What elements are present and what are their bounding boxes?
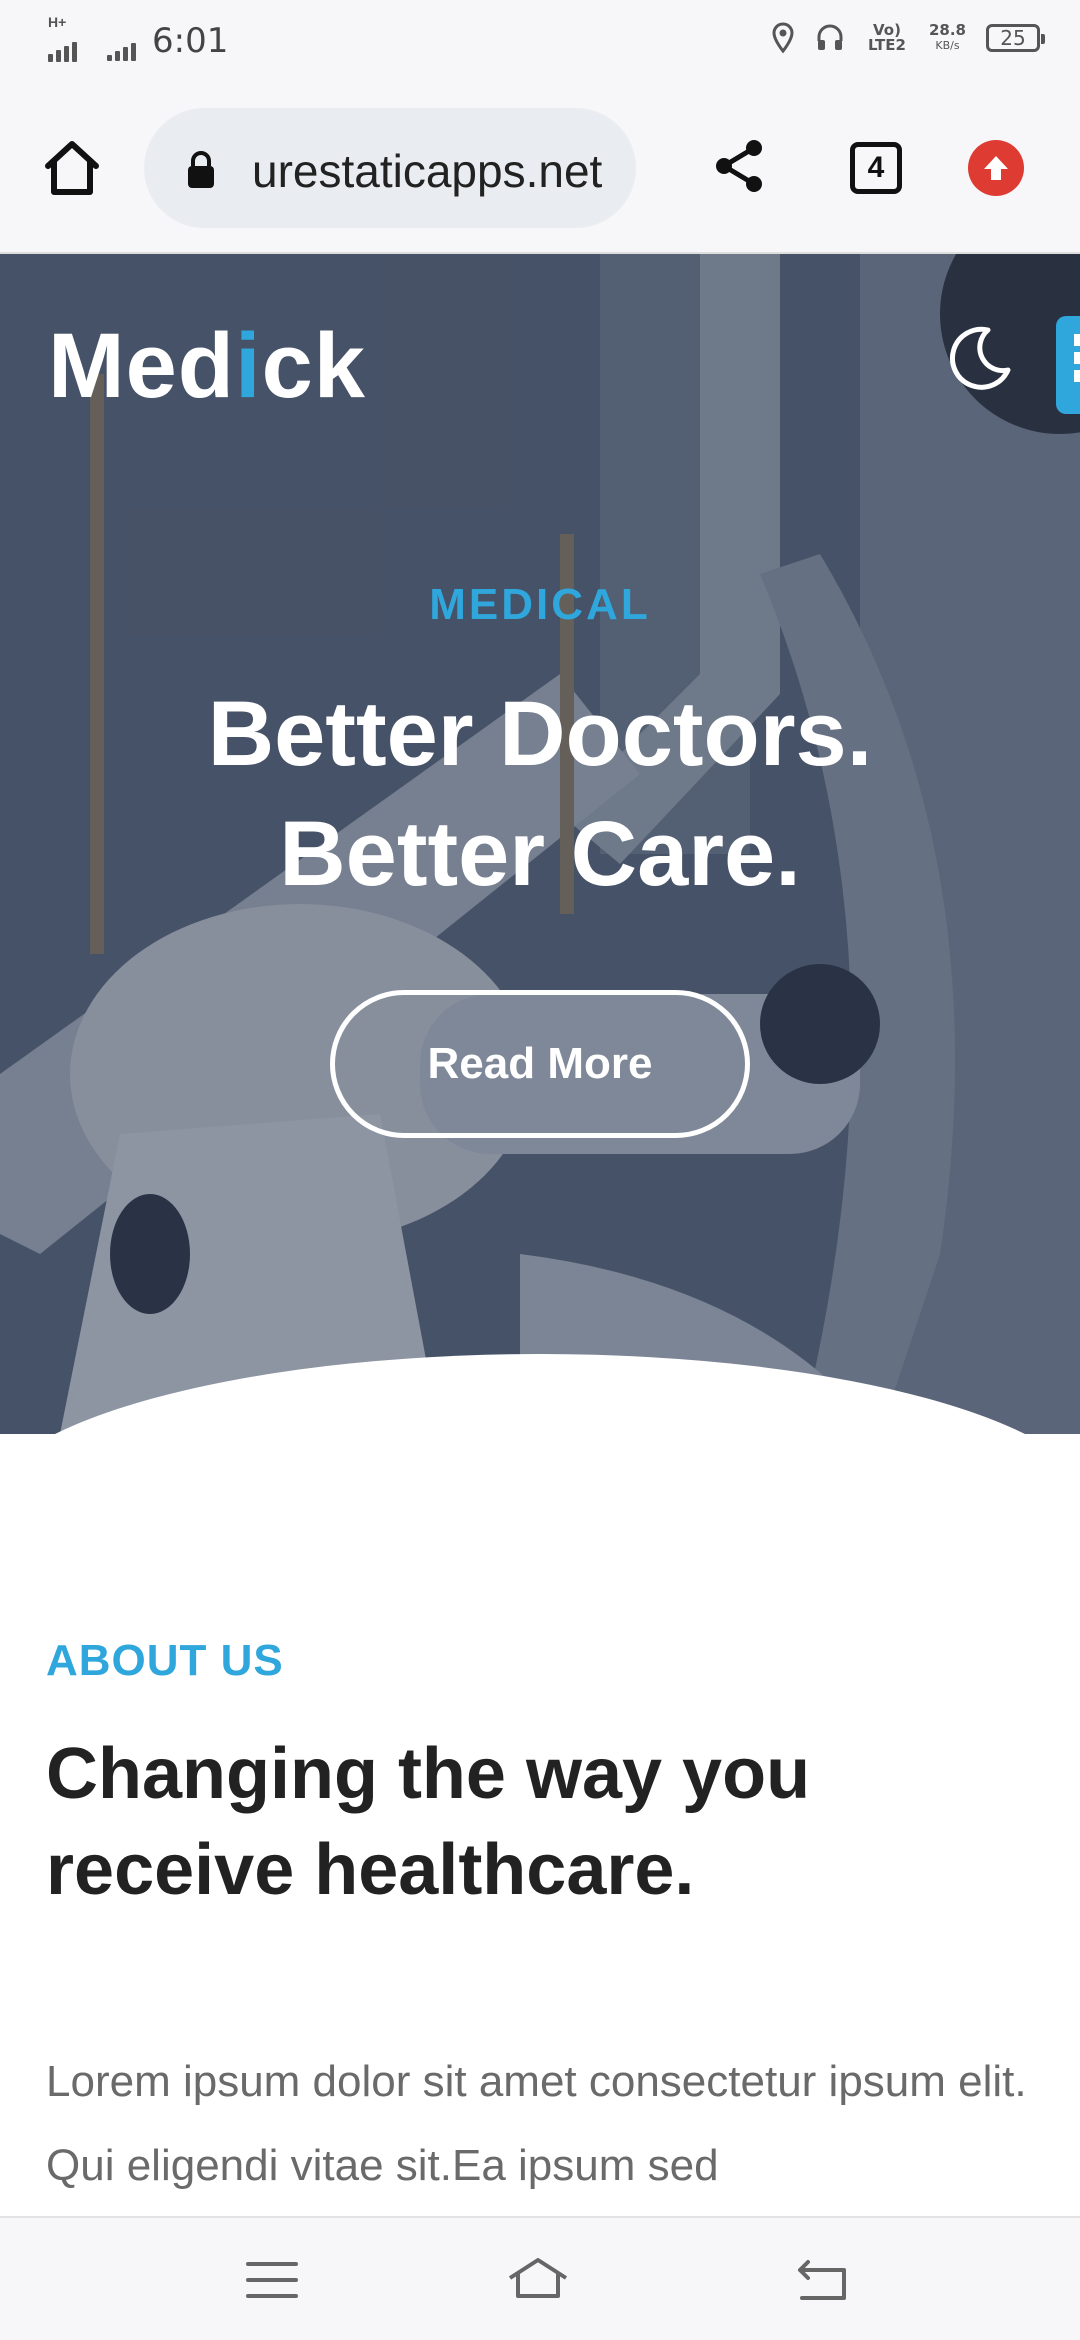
- menu-icon[interactable]: [240, 2248, 304, 2312]
- network-speed: 28.8 KB/s: [929, 23, 966, 53]
- side-menu-tab[interactable]: [1056, 316, 1080, 414]
- status-bar: H+ 6:01 Vo) LTE2 28.8 KB/s 25: [0, 0, 1080, 86]
- browser-toolbar: urestaticapps.net 4: [0, 86, 1080, 254]
- share-icon[interactable]: [710, 136, 770, 196]
- moon-icon[interactable]: [944, 324, 1014, 394]
- read-more-button[interactable]: Read More: [330, 990, 750, 1138]
- about-body-text: Lorem ipsum dolor sit amet consectetur i…: [46, 2057, 1027, 2190]
- back-icon[interactable]: [790, 2248, 854, 2312]
- about-title-line1: Changing the way you: [46, 1734, 811, 1814]
- status-left: H+ 6:01: [48, 14, 229, 62]
- about-title: Changing the way you receive healthcare.: [46, 1726, 1026, 1918]
- arrow-up-icon: [984, 156, 1008, 180]
- home-icon[interactable]: [40, 136, 104, 200]
- logo-suffix: ck: [261, 315, 366, 417]
- battery-level: 25: [1000, 26, 1026, 50]
- network-indicator: H+: [48, 14, 91, 62]
- hero-section: Medick MEDICAL Better Doctors. Better Ca…: [0, 254, 1080, 1434]
- about-title-line2: receive healthcare.: [46, 1830, 695, 1910]
- network-type-label: H+: [48, 14, 67, 30]
- site-logo[interactable]: Medick: [48, 314, 366, 419]
- tab-count: 4: [867, 151, 885, 184]
- speed-unit: KB/s: [935, 39, 960, 52]
- status-right: Vo) LTE2 28.8 KB/s 25: [771, 21, 1045, 54]
- tabs-icon[interactable]: 4: [850, 142, 902, 194]
- location-icon: [772, 22, 794, 54]
- logo-accent: i: [235, 315, 262, 417]
- address-bar[interactable]: urestaticapps.net: [144, 108, 636, 228]
- lock-icon: [188, 151, 214, 188]
- volte-indicator: Vo) LTE2: [867, 21, 906, 54]
- clock: 6:01: [152, 21, 229, 61]
- hero-headline-line2: Better Care.: [279, 803, 801, 905]
- battery-icon: 25: [986, 24, 1045, 52]
- signal-icon: [48, 32, 77, 62]
- update-icon[interactable]: [968, 140, 1024, 196]
- url-text: urestaticapps.net: [252, 145, 603, 197]
- hero-kicker: MEDICAL: [429, 580, 651, 629]
- system-navigation-bar: [0, 2216, 1080, 2340]
- speed-value: 28.8: [928, 21, 966, 39]
- hero-headline-line1: Better Doctors.: [207, 683, 873, 785]
- hero-headline: Better Doctors. Better Care.: [0, 674, 1080, 914]
- logo-prefix: Med: [48, 315, 235, 417]
- home-icon[interactable]: [506, 2248, 570, 2312]
- signal-icon-secondary: [107, 31, 136, 61]
- about-kicker: ABOUT US: [46, 1636, 284, 1685]
- headset-icon: [817, 24, 843, 50]
